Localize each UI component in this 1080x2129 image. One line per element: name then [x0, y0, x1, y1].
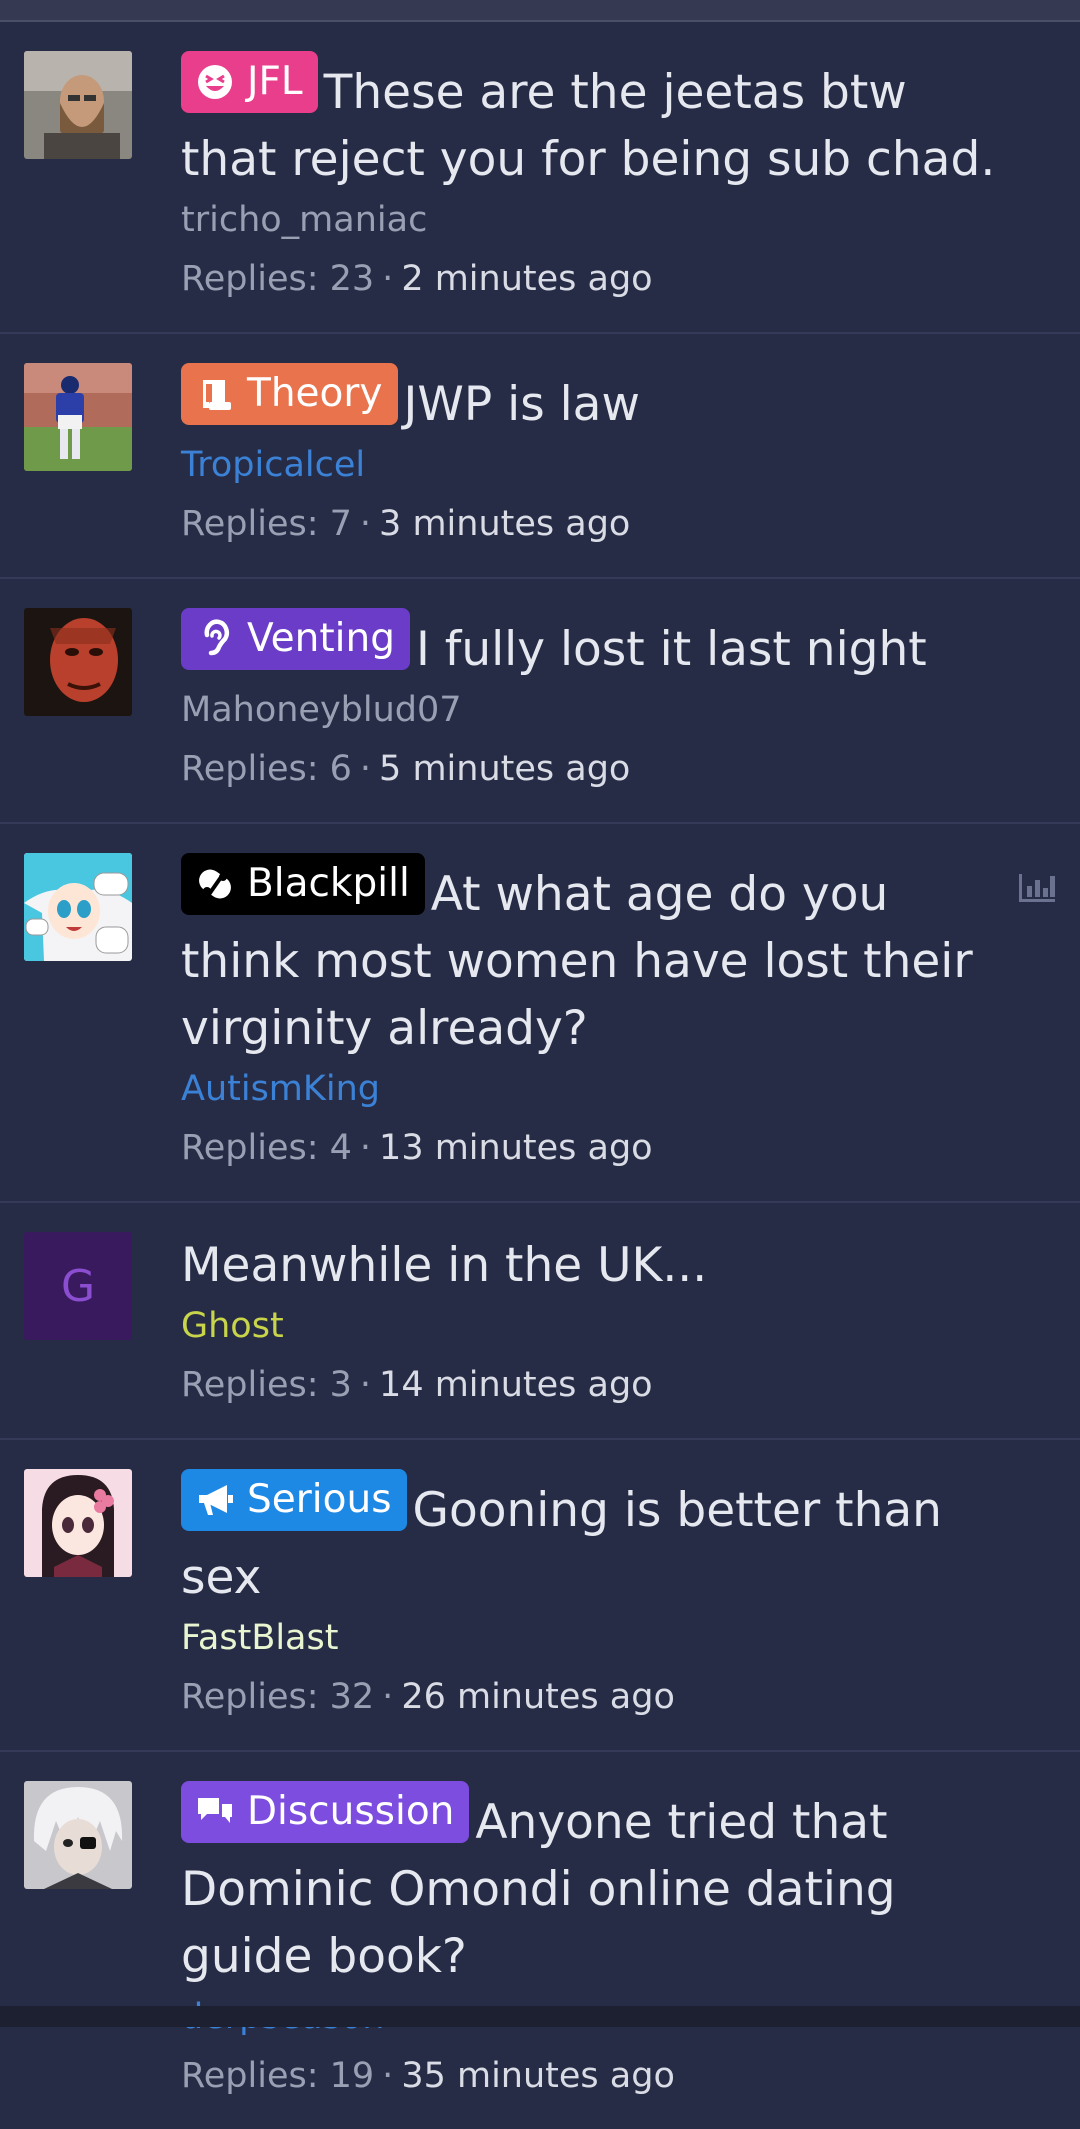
prefix-badge-blackpill[interactable]: Blackpill: [181, 853, 425, 915]
prefix-badge-discussion[interactable]: Discussion: [181, 1781, 470, 1843]
avatar[interactable]: [24, 51, 132, 159]
prefix-badge-venting[interactable]: Venting: [181, 608, 410, 670]
poll-chart-icon: [1019, 874, 1055, 902]
thread-item[interactable]: Blackpill At what age do you think most w…: [0, 824, 1080, 1203]
prefix-badge-theory[interactable]: Theory: [181, 363, 398, 425]
thread-meta: Replies: 6 · 5 minutes ago: [181, 749, 631, 789]
last-post-time[interactable]: 5 minutes ago: [379, 749, 630, 789]
thread-author[interactable]: Ghost: [181, 1301, 996, 1351]
reply-count: Replies: 23: [181, 259, 375, 299]
thread-item[interactable]: G Meanwhile in the UK... Ghost Replies: …: [0, 1203, 1080, 1440]
thread-author[interactable]: AutismKing: [181, 1064, 996, 1114]
bottom-bar: [0, 2006, 1080, 2027]
prefix-badge-jfl[interactable]: JFL: [181, 51, 318, 113]
reply-count: Replies: 6: [181, 749, 352, 789]
prefix-badge-serious[interactable]: Serious: [181, 1469, 407, 1531]
thread-author[interactable]: Tropicalcel: [181, 440, 996, 490]
thread-meta: Replies: 3 · 14 minutes ago: [181, 1365, 653, 1405]
top-navigation-bar: [0, 0, 1080, 22]
thread-title-text[interactable]: Meanwhile in the UK...: [181, 1238, 707, 1293]
thread-list: JFL These are the jeetas btw that reject …: [0, 22, 1080, 2129]
last-post-time[interactable]: 2 minutes ago: [401, 259, 652, 299]
reply-count: Replies: 3: [181, 1365, 352, 1405]
thread-meta: Replies: 7 · 3 minutes ago: [181, 504, 631, 544]
reply-count: Replies: 19: [181, 2056, 375, 2096]
thread-item[interactable]: Theory JWP is law Tropicalcel Replies: 7 ·…: [0, 334, 1080, 579]
thread-title-text[interactable]: I fully lost it last night: [416, 622, 927, 677]
thread-title-text[interactable]: JWP is law: [404, 377, 640, 432]
ear-icon: [204, 619, 229, 656]
thread-title[interactable]: Discussion Anyone tried that Dominic Omon…: [181, 1781, 996, 1990]
thread-author[interactable]: FastBlast: [181, 1613, 996, 1663]
megaphone-icon: [199, 1485, 233, 1515]
thread-title[interactable]: JFL These are the jeetas btw that reject …: [181, 51, 996, 193]
pill-icon: [199, 869, 231, 899]
thread-meta: Replies: 23 · 2 minutes ago: [181, 259, 653, 299]
last-post-time[interactable]: 3 minutes ago: [379, 504, 630, 544]
avatar-letter[interactable]: G: [24, 1232, 132, 1340]
chat-bubbles-icon: [198, 1798, 232, 1823]
laughing-face-icon: [198, 65, 232, 99]
thread-author[interactable]: tricho_maniac: [181, 195, 996, 245]
reply-count: Replies: 32: [181, 1677, 375, 1717]
thread-meta: Replies: 19 · 35 minutes ago: [181, 2056, 675, 2096]
reply-count: Replies: 4: [181, 1128, 352, 1168]
thread-title[interactable]: Venting I fully lost it last night: [181, 608, 996, 683]
thread-item[interactable]: JFL These are the jeetas btw that reject …: [0, 22, 1080, 334]
avatar[interactable]: [24, 1469, 132, 1577]
avatar[interactable]: [24, 363, 132, 471]
last-post-time[interactable]: 35 minutes ago: [401, 2056, 675, 2096]
thread-title[interactable]: Theory JWP is law: [181, 363, 996, 438]
reply-count: Replies: 7: [181, 504, 352, 544]
last-post-time[interactable]: 14 minutes ago: [379, 1365, 653, 1405]
thread-author[interactable]: Mahoneyblud07: [181, 685, 996, 735]
thread-item[interactable]: Discussion Anyone tried that Dominic Omon…: [0, 1752, 1080, 2129]
thread-title[interactable]: Serious Gooning is better than sex: [181, 1469, 996, 1611]
last-post-time[interactable]: 13 minutes ago: [379, 1128, 653, 1168]
last-post-time[interactable]: 26 minutes ago: [401, 1677, 675, 1717]
thread-item[interactable]: Serious Gooning is better than sex FastBl…: [0, 1440, 1080, 1752]
scroll-icon: [203, 380, 231, 410]
thread-item[interactable]: Venting I fully lost it last night Mahone…: [0, 579, 1080, 824]
avatar[interactable]: [24, 853, 132, 961]
avatar[interactable]: [24, 608, 132, 716]
thread-meta: Replies: 32 · 26 minutes ago: [181, 1677, 675, 1717]
thread-title[interactable]: Meanwhile in the UK...: [181, 1232, 996, 1299]
avatar[interactable]: [24, 1781, 132, 1889]
thread-title[interactable]: Blackpill At what age do you think most w…: [181, 853, 996, 1062]
thread-meta: Replies: 4 · 13 minutes ago: [181, 1128, 653, 1168]
